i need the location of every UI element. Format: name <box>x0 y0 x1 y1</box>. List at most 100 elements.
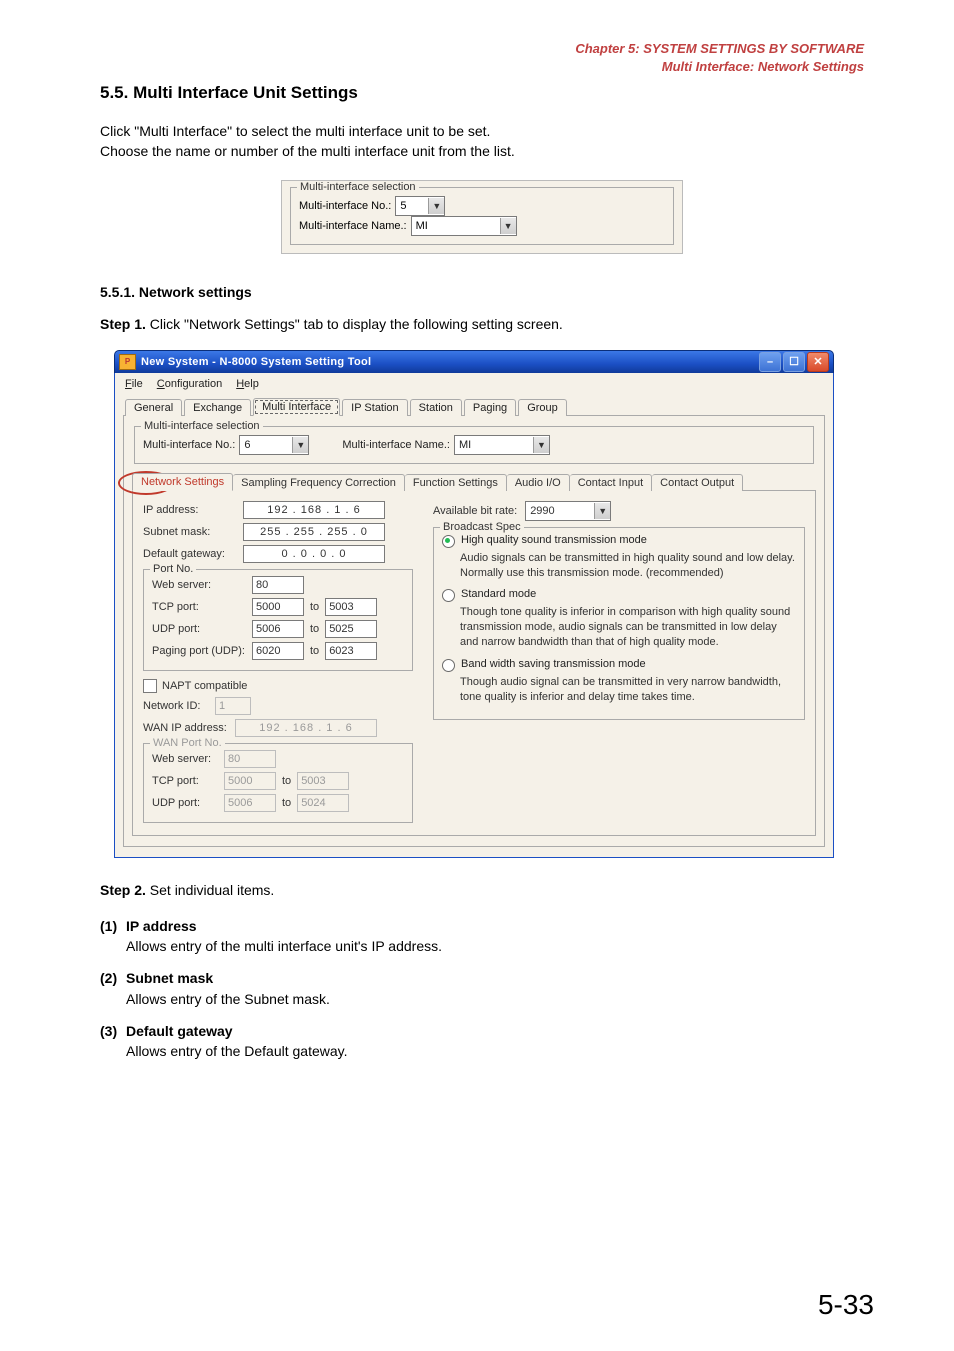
chevron-down-icon: ▼ <box>594 503 610 519</box>
step2-text: Set individual items. <box>150 882 275 898</box>
subnet-mask-input[interactable]: 255 . 255 . 255 . 0 <box>243 523 385 541</box>
wan-udp-port-label: UDP port: <box>152 797 224 809</box>
intro-text: Click "Multi Interface" to select the mu… <box>100 121 864 162</box>
item-list: (1) IP address Allows entry of the multi… <box>100 916 864 1062</box>
menu-bar: File Configuration Help <box>121 375 827 395</box>
subtab-function-settings[interactable]: Function Settings <box>405 474 507 491</box>
to-label: to <box>282 775 291 787</box>
item-num: (1) <box>100 916 126 957</box>
web-server-input[interactable]: 80 <box>252 576 304 594</box>
item-desc: Allows entry of the Default gateway. <box>126 1043 348 1059</box>
mini-no-value: 5 <box>396 200 428 212</box>
intro-line1: Click "Multi Interface" to select the mu… <box>100 123 490 139</box>
step2-label: Step 2. <box>100 882 146 898</box>
bitrate-value: 2990 <box>526 505 594 517</box>
tcp-port-to-input[interactable]: 5003 <box>325 598 377 616</box>
step-2: Step 2. Set individual items. <box>100 882 864 898</box>
item-title: Default gateway <box>126 1023 233 1039</box>
section-title: 5.5. Multi Interface Unit Settings <box>100 83 864 103</box>
network-id-label: Network ID: <box>143 700 215 712</box>
maximize-button[interactable]: ☐ <box>783 352 805 372</box>
menu-configuration[interactable]: Configuration <box>157 378 222 390</box>
napt-checkbox[interactable] <box>143 679 157 693</box>
chevron-down-icon: ▼ <box>500 218 516 234</box>
wan-udp-from-input: 5006 <box>224 794 276 812</box>
menu-help[interactable]: Help <box>236 378 259 390</box>
mi-no-label: Multi-interface No.: <box>143 439 235 451</box>
left-column: IP address: 192 . 168 . 1 . 6 Subnet mas… <box>143 501 413 823</box>
opt2-desc: Though tone quality is inferior in compa… <box>460 605 796 650</box>
tab-ip-station[interactable]: IP Station <box>342 399 408 416</box>
napt-label: NAPT compatible <box>162 680 247 692</box>
paging-port-from-input[interactable]: 6020 <box>252 642 304 660</box>
default-gateway-label: Default gateway: <box>143 548 243 560</box>
intro-line2: Choose the name or number of the multi i… <box>100 143 515 159</box>
mi-no-value: 6 <box>240 439 292 451</box>
paging-port-label: Paging port (UDP): <box>152 645 252 657</box>
bitrate-label: Available bit rate: <box>433 505 517 517</box>
main-tab-panel: Multi-interface selection Multi-interfac… <box>123 416 825 847</box>
close-button[interactable]: ✕ <box>807 352 829 372</box>
mi-name-dropdown[interactable]: MI ▼ <box>454 435 550 455</box>
mi-selection-legend: Multi-interface selection <box>141 420 263 432</box>
broadcast-spec-legend: Broadcast Spec <box>440 521 524 533</box>
opt3-desc: Though audio signal can be transmitted i… <box>460 675 796 705</box>
tab-station[interactable]: Station <box>410 399 462 416</box>
tab-exchange[interactable]: Exchange <box>184 399 251 416</box>
tab-multi-interface[interactable]: Multi Interface <box>253 398 340 416</box>
udp-port-to-input[interactable]: 5025 <box>325 620 377 638</box>
wan-tcp-to-input: 5003 <box>297 772 349 790</box>
item-2: (2) Subnet mask Allows entry of the Subn… <box>100 968 864 1009</box>
subtab-sampling-freq[interactable]: Sampling Frequency Correction <box>233 474 405 491</box>
mini-name-dropdown[interactable]: MI ▼ <box>411 216 517 236</box>
item-title: Subnet mask <box>126 970 213 986</box>
header-line1: Chapter 5: SYSTEM SETTINGS BY SOFTWARE <box>100 40 864 58</box>
tab-group[interactable]: Group <box>518 399 567 416</box>
paging-port-to-input[interactable]: 6023 <box>325 642 377 660</box>
item-desc: Allows entry of the Subnet mask. <box>126 991 330 1007</box>
item-desc: Allows entry of the multi interface unit… <box>126 938 442 954</box>
mi-name-value: MI <box>455 439 533 451</box>
network-settings-panel: IP address: 192 . 168 . 1 . 6 Subnet mas… <box>132 491 816 836</box>
radio-icon <box>442 589 455 602</box>
step1-label: Step 1. <box>100 316 146 332</box>
subnet-mask-label: Subnet mask: <box>143 526 243 538</box>
mi-name-label: Multi-interface Name.: <box>342 439 450 451</box>
subsection-title: 5.5.1. Network settings <box>100 284 864 300</box>
subtab-audio-io[interactable]: Audio I/O <box>507 474 570 491</box>
mini-name-label: Multi-interface Name.: <box>299 220 407 232</box>
radio-standard[interactable]: Standard mode <box>442 588 796 602</box>
tab-general[interactable]: General <box>125 399 182 416</box>
subtab-contact-input[interactable]: Contact Input <box>570 474 652 491</box>
radio-bandwidth-saving[interactable]: Band width saving transmission mode <box>442 658 796 672</box>
to-label: to <box>310 623 319 635</box>
to-label: to <box>282 797 291 809</box>
subtab-contact-output[interactable]: Contact Output <box>652 474 743 491</box>
sub-tab-row: Network Settings Sampling Frequency Corr… <box>132 472 816 491</box>
wan-tcp-from-input: 5000 <box>224 772 276 790</box>
menu-file[interactable]: File <box>125 378 143 390</box>
ip-address-input[interactable]: 192 . 168 . 1 . 6 <box>243 501 385 519</box>
minimize-button[interactable]: – <box>759 352 781 372</box>
mi-no-dropdown[interactable]: 6 ▼ <box>239 435 309 455</box>
subtab-network-settings[interactable]: Network Settings <box>132 473 233 491</box>
main-tab-row: General Exchange Multi Interface IP Stat… <box>123 397 825 416</box>
default-gateway-input[interactable]: 0 . 0 . 0 . 0 <box>243 545 385 563</box>
mini-selection-fieldset: Multi-interface selection Multi-interfac… <box>290 187 674 245</box>
wan-web-server-label: Web server: <box>152 753 224 765</box>
napt-disabled-group: Network ID: 1 WAN IP address: 192 . 168 … <box>143 697 413 823</box>
radio-high-quality[interactable]: High quality sound transmission mode <box>442 534 796 548</box>
tcp-port-from-input[interactable]: 5000 <box>252 598 304 616</box>
bitrate-dropdown[interactable]: 2990 ▼ <box>525 501 611 521</box>
udp-port-from-input[interactable]: 5006 <box>252 620 304 638</box>
mini-no-dropdown[interactable]: 5 ▼ <box>395 196 445 216</box>
right-column: Available bit rate: 2990 ▼ Broadcast Spe… <box>433 501 805 823</box>
item-1: (1) IP address Allows entry of the multi… <box>100 916 864 957</box>
radio-icon <box>442 659 455 672</box>
tab-paging[interactable]: Paging <box>464 399 516 416</box>
tcp-port-label: TCP port: <box>152 601 252 613</box>
mini-selection-figure: Multi-interface selection Multi-interfac… <box>281 180 683 254</box>
step1-text: Click "Network Settings" tab to display … <box>150 316 563 332</box>
page-number: 5-33 <box>818 1289 874 1321</box>
udp-port-label: UDP port: <box>152 623 252 635</box>
